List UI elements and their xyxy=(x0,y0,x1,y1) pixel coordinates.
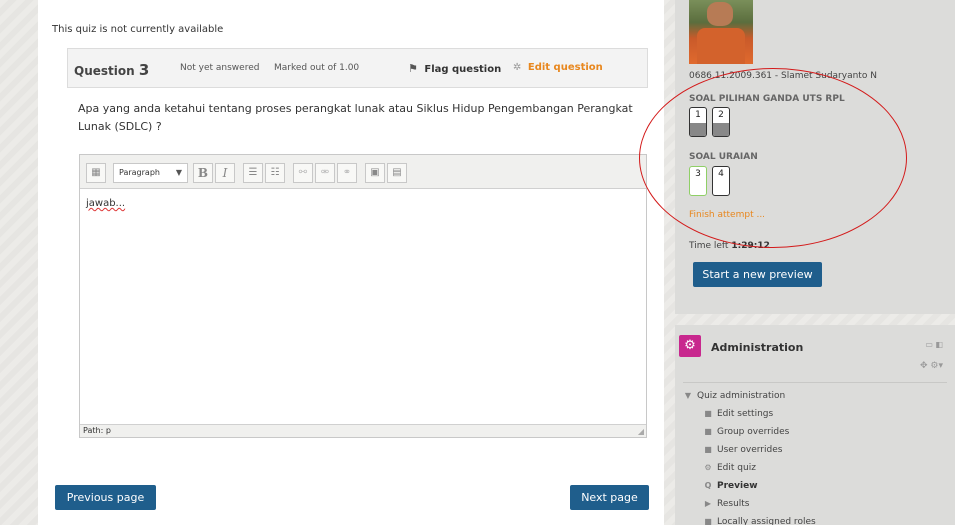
tree-label: Group overrides xyxy=(717,427,790,437)
magnifier-icon: Q xyxy=(704,481,712,490)
gear-icon: ✲ xyxy=(513,62,522,73)
flag-question-link[interactable]: ⚑ Flag question xyxy=(408,62,501,75)
start-new-preview-button[interactable]: Start a new preview xyxy=(693,262,822,287)
caret-right-icon: ▶ xyxy=(704,499,712,508)
image-icon[interactable]: ▣ xyxy=(365,163,385,183)
tree-item-quiz-admin[interactable]: ▼ Quiz administration xyxy=(683,391,785,401)
bullet-icon: ■ xyxy=(704,427,712,436)
tree-item-results[interactable]: ▶ Results xyxy=(703,499,750,509)
anchor-icon[interactable]: ⚭ xyxy=(337,163,357,183)
avatar xyxy=(689,0,753,64)
avatar-body xyxy=(697,28,745,64)
dock-hide-icons[interactable]: ▭ ◧ xyxy=(925,340,943,349)
chevron-down-icon: ▼ xyxy=(175,168,182,177)
tree-label: Preview xyxy=(717,481,758,491)
move-settings-icons[interactable]: ✥ ⚙▾ xyxy=(920,361,943,371)
tree-label: Quiz administration xyxy=(697,391,786,401)
editor-textarea[interactable]: jawab... xyxy=(80,190,646,424)
question-number: Question 3 xyxy=(74,61,149,79)
question-label: Question xyxy=(74,64,135,78)
question-info: Question 3 Not yet answered Marked out o… xyxy=(67,48,648,88)
caret-down-icon: ▼ xyxy=(684,391,692,400)
admin-title: Administration xyxy=(711,341,804,354)
time-left-label: Time left xyxy=(689,241,729,251)
editor-content: jawab... xyxy=(86,198,126,209)
admin-cogs-icon: ⚙ xyxy=(679,335,701,357)
editor-path: Path: p xyxy=(80,424,646,437)
gear-icon: ⚙ xyxy=(704,463,712,472)
tree-label: Edit settings xyxy=(717,409,774,419)
bullet-list-icon[interactable]: ☰ xyxy=(243,163,263,183)
tree-label: Results xyxy=(717,499,750,509)
question-grade: Marked out of 1.00 xyxy=(274,63,360,73)
media-icon[interactable]: ▤ xyxy=(387,163,407,183)
tree-item-edit-settings[interactable]: ■ Edit settings xyxy=(703,409,773,419)
quiz-notice: This quiz is not currently available xyxy=(52,24,224,35)
tree-item-user-overrides[interactable]: ■ User overrides xyxy=(703,445,782,455)
tree-item-preview[interactable]: Q Preview xyxy=(703,481,758,491)
italic-icon[interactable]: I xyxy=(215,163,235,183)
question-text: Apa yang anda ketahui tentang proses per… xyxy=(78,102,633,133)
tree-item-locally-assigned-roles[interactable]: ■ Locally assigned roles xyxy=(703,517,816,525)
tree-item-edit-quiz[interactable]: ⚙ Edit quiz xyxy=(703,463,756,473)
avatar-head xyxy=(707,2,733,26)
bullet-icon: ■ xyxy=(704,517,712,525)
tree-item-group-overrides[interactable]: ■ Group overrides xyxy=(703,427,789,437)
tree-label: Locally assigned roles xyxy=(717,517,816,525)
bullet-icon: ■ xyxy=(704,409,712,418)
admin-header: ⚙ Administration ▭ ◧ ✥ ⚙▾ xyxy=(675,325,955,377)
resize-handle-icon[interactable]: ◢ xyxy=(638,427,644,436)
bold-icon[interactable]: B xyxy=(193,163,213,183)
edit-label: Edit question xyxy=(527,62,603,73)
red-annotation-circle xyxy=(639,68,907,248)
main-content: This quiz is not currently available Que… xyxy=(38,0,664,525)
unlink-icon[interactable]: ⚮ xyxy=(315,163,335,183)
question-number-value: 3 xyxy=(138,61,150,79)
editor-toolbar: ▦ Paragraph ▼ B I ☰ ☷ ⚯ ⚮ ⚭ ▣ ▤ xyxy=(80,155,646,189)
bullet-icon: ■ xyxy=(704,445,712,454)
edit-question-link[interactable]: ✲ Edit question xyxy=(513,62,603,73)
format-select[interactable]: Paragraph ▼ xyxy=(113,163,188,183)
previous-page-button[interactable]: Previous page xyxy=(55,485,156,510)
flag-label: Flag question xyxy=(424,64,502,75)
tree-label: User overrides xyxy=(717,445,783,455)
link-icon[interactable]: ⚯ xyxy=(293,163,313,183)
next-page-button[interactable]: Next page xyxy=(570,485,649,510)
answer-editor: ▦ Paragraph ▼ B I ☰ ☷ ⚯ ⚮ ⚭ ▣ ▤ jawab...… xyxy=(79,154,647,438)
format-select-value: Paragraph xyxy=(119,168,160,177)
administration-block: ⚙ Administration ▭ ◧ ✥ ⚙▾ ▼ Quiz administ… xyxy=(675,325,955,525)
divider xyxy=(683,382,947,383)
toolbar-toggle-icon[interactable]: ▦ xyxy=(86,163,106,183)
tree-label: Edit quiz xyxy=(717,463,756,473)
numbered-list-icon[interactable]: ☷ xyxy=(265,163,285,183)
flag-icon: ⚑ xyxy=(408,62,418,75)
question-state: Not yet answered xyxy=(180,63,260,73)
